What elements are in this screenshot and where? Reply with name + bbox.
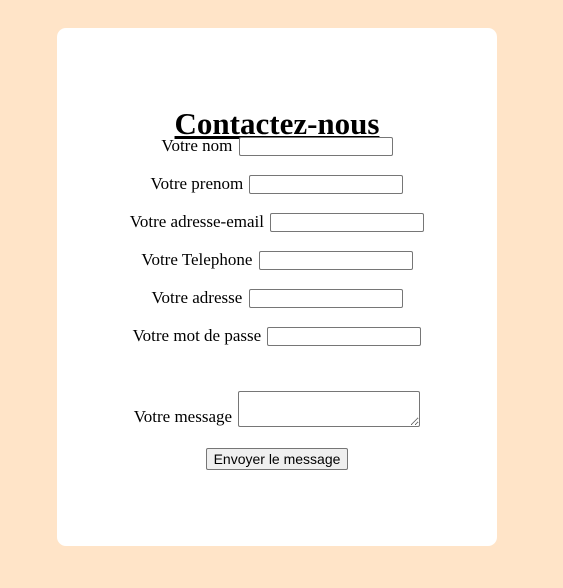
message-row: Votre message [57,391,497,427]
firstname-input[interactable] [249,174,404,194]
password-input[interactable] [267,326,422,346]
address-label: Votre adresse [151,288,243,308]
send-message-button[interactable]: Envoyer le message [205,448,349,470]
name-row: Votre nom [57,135,497,156]
name-label: Votre nom [161,136,233,156]
address-row: Votre adresse [57,287,497,308]
phone-input[interactable] [258,250,413,270]
submit-row: Envoyer le message [57,448,497,470]
firstname-label: Votre prenom [150,174,244,194]
email-input[interactable] [270,212,425,232]
message-label: Votre message [133,407,233,426]
password-label: Votre mot de passe [132,326,262,346]
address-input[interactable] [248,288,403,308]
firstname-row: Votre prenom [57,173,497,194]
message-textarea[interactable] [238,391,421,427]
contact-form-card: Contactez-nous Votre nom Votre prenom Vo… [57,28,497,546]
password-row: Votre mot de passe [57,325,497,346]
phone-label: Votre Telephone [141,250,253,270]
name-input[interactable] [238,136,393,156]
email-row: Votre adresse-email [57,211,497,232]
email-label: Votre adresse-email [129,212,264,232]
phone-row: Votre Telephone [57,249,497,270]
